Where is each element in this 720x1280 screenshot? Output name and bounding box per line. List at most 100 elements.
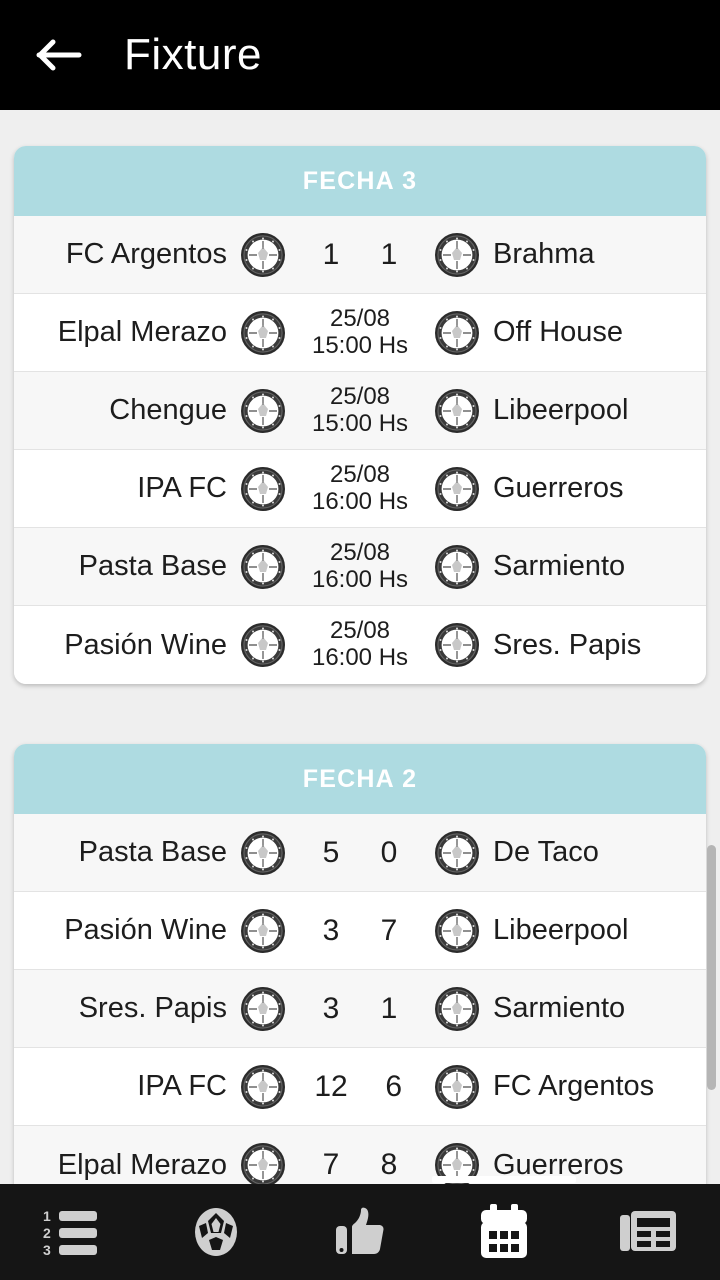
svg-text:3: 3 [43,1242,51,1256]
match-row[interactable]: FC Argentos 1 1 Brahma [14,216,706,294]
match-date: 25/08 [329,382,391,410]
away-team-name: Guerreros [493,472,624,504]
bottom-navigation: 123 [0,1176,720,1280]
fixture-list: FECHA 3 FC Argentos 1 1 Brahma Elpal Merazo 25… [0,110,720,1184]
match-score: 50 [319,836,401,870]
match-center-cell: 25/08 15:00 Hs [285,382,435,438]
match-score: 37 [319,914,401,948]
home-score: 1 [322,237,340,271]
scrollbar-track[interactable] [707,110,716,1184]
match-date: 25/08 [329,460,391,488]
match-row[interactable]: Pasta Base 5 0 De Taco [14,814,706,892]
away-team-badge-icon [435,544,479,589]
away-team-badge-icon [435,908,479,953]
match-row[interactable]: Elpal Merazo 25/08 15:00 Hs Off House [14,294,706,372]
home-team-badge-icon [241,986,285,1031]
app-bar: Fixture [0,0,720,110]
away-team-name: De Taco [493,836,599,868]
nav-standings[interactable]: 123 [0,1184,144,1280]
page-title: Fixture [124,30,262,79]
match-center-cell: 25/08 16:00 Hs [285,460,435,516]
away-team-badge-icon [435,830,479,875]
thumbs-up-icon [334,1206,386,1258]
match-date: 25/08 [329,538,391,566]
match-center-cell: 25/08 16:00 Hs [285,538,435,594]
fixture-card: FECHA 2 Pasta Base 5 0 De Taco Pasión Wine 3 7 L… [14,744,706,1184]
home-team-badge-icon [241,310,285,355]
fixture-scroll-area[interactable]: FECHA 3 FC Argentos 1 1 Brahma Elpal Merazo 25… [0,110,720,1184]
nav-news[interactable] [576,1184,720,1280]
away-score: 1 [380,991,398,1025]
match-score: 31 [319,992,401,1026]
away-score: 6 [385,1069,403,1103]
numbered-list-icon: 123 [43,1208,101,1256]
match-center-cell: 50 [285,836,435,870]
home-team-badge-icon [241,1064,285,1109]
match-center-cell: 25/08 16:00 Hs [285,617,435,672]
home-score: 12 [314,1069,348,1103]
match-center-cell: 12 6 [285,1070,435,1104]
away-team-badge-icon [435,986,479,1031]
home-team-name: Pasión Wine [64,628,227,661]
fixture-round-label: FECHA 2 [302,764,418,793]
fixture-card-header: FECHA 2 [14,744,706,814]
away-team-badge-icon [435,623,479,667]
match-time: 15:00 Hs [311,331,409,359]
away-team-badge-icon [435,466,479,511]
away-score: 8 [380,1148,398,1182]
fixture-round-label: FECHA 3 [302,166,418,195]
match-row[interactable]: IPA FC 25/08 16:00 Hs Guerreros [14,450,706,528]
home-team-name: Elpal Merazo [57,1148,227,1181]
home-team-name: Elpal Merazo [57,316,227,348]
home-team-name: FC Argentos [65,238,227,270]
fixture-card-header: FECHA 3 [14,146,706,216]
fixture-card: FECHA 3 FC Argentos 1 1 Brahma Elpal Merazo 25… [14,146,706,684]
nav-matches[interactable] [144,1184,288,1280]
news-icon [619,1209,677,1255]
away-team-badge-icon [435,310,479,355]
svg-text:1: 1 [43,1208,51,1224]
away-team-name: Libeerpool [493,914,629,946]
match-score: 78 [319,1148,401,1182]
match-row[interactable]: Elpal Merazo 7 8 Guerreros [14,1126,706,1184]
home-team-name: Pasión Wine [64,914,227,946]
back-button[interactable] [28,24,90,86]
home-team-name: Pasta Base [78,836,227,868]
match-row[interactable]: Sres. Papis 3 1 Sarmiento [14,970,706,1048]
away-team-badge-icon [435,388,479,433]
away-team-name: Sarmiento [493,550,626,582]
match-row[interactable]: IPA FC 12 6 FC Argentos [14,1048,706,1126]
home-team-name: Pasta Base [78,550,227,582]
match-score: 12 6 [314,1070,405,1104]
match-center-cell: 25/08 15:00 Hs [285,305,435,360]
match-center-cell: 78 [285,1148,435,1182]
match-center-cell: 11 [285,238,435,272]
soccer-ball-icon [193,1206,239,1258]
match-center-cell: 37 [285,914,435,948]
home-score: 3 [322,991,340,1025]
match-row[interactable]: Pasta Base 25/08 16:00 Hs Sarmiento [14,528,706,606]
match-center-cell: 31 [285,992,435,1026]
scrollbar-thumb[interactable] [707,845,716,1090]
away-team-badge-icon [435,1064,479,1109]
away-score: 1 [380,237,398,271]
home-team-badge-icon [241,466,285,511]
away-score: 0 [380,835,398,869]
home-score: 5 [322,835,340,869]
home-team-badge-icon [241,830,285,875]
match-time: 16:00 Hs [311,487,409,515]
match-time: 15:00 Hs [311,409,409,437]
svg-text:2: 2 [43,1225,51,1241]
home-team-name: IPA FC [137,1070,227,1102]
home-team-name: Chengue [109,394,227,426]
match-row[interactable]: Pasión Wine 25/08 16:00 Hs Sres. Papis [14,606,706,684]
match-row[interactable]: Chengue 25/08 15:00 Hs Libeerpool [14,372,706,450]
home-team-name: IPA FC [137,472,227,504]
match-row[interactable]: Pasión Wine 3 7 Libeerpool [14,892,706,970]
nav-likes[interactable] [288,1184,432,1280]
nav-fixture[interactable] [432,1176,576,1280]
away-team-name: Libeerpool [493,394,629,426]
calendar-icon [478,1204,530,1260]
match-time: 16:00 Hs [311,644,409,671]
away-team-name: Brahma [493,238,595,270]
